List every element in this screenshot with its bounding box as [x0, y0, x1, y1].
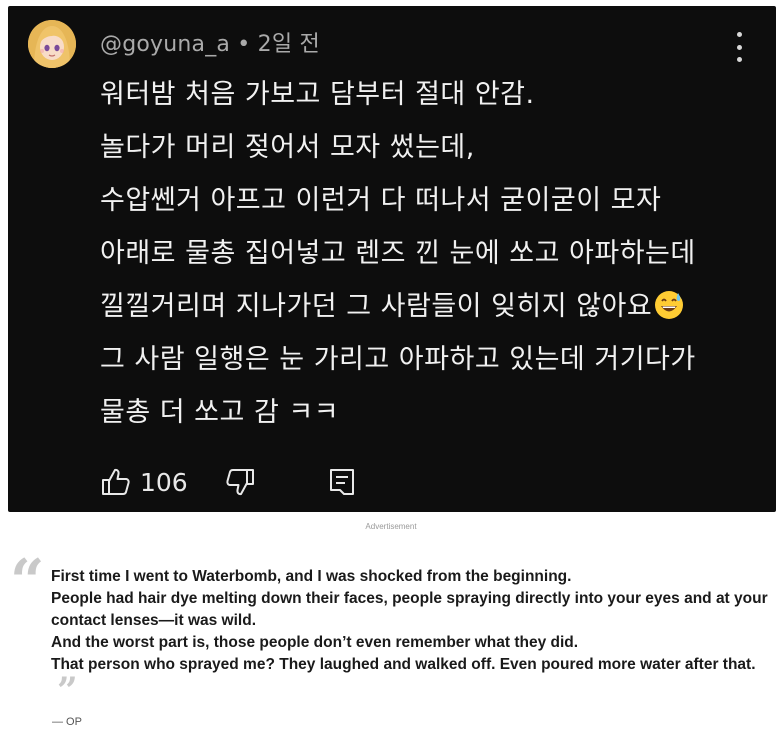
quote-text: First time I went to Waterbomb, and I wa… — [51, 566, 776, 712]
comment-line: 수압쎈거 아프고 이런거 다 떠나서 굳이굳이 모자 — [100, 185, 662, 216]
comment-line: 낄낄거리며 지나가던 그 사람들이 잊히지 않아요 — [100, 291, 653, 322]
quote-line: First time I went to Waterbomb, and I wa… — [51, 568, 572, 585]
comment-actions: 106 — [100, 464, 358, 500]
comment-line: 그 사람 일행은 눈 가리고 아파하고 있는데 거기다가 — [100, 344, 696, 375]
open-quote-icon: “ — [10, 547, 45, 617]
avatar-image — [28, 20, 76, 68]
comment-text: 워터밤 처음 가보고 담부터 절대 안감. 놀다가 머리 젖어서 모자 썼는데,… — [100, 68, 760, 439]
close-quote-icon: ” — [57, 670, 78, 712]
thumbs-up-icon[interactable] — [100, 466, 132, 498]
comment-line: 아래로 물총 집어넣고 렌즈 낀 눈에 쏘고 아파하는데 — [100, 238, 696, 269]
comment-line: 워터밤 처음 가보고 담부터 절대 안감. — [100, 79, 535, 110]
quote-line: That person who sprayed me? They laughed… — [51, 656, 756, 673]
avatar[interactable] — [28, 20, 76, 68]
like-count: 106 — [140, 467, 188, 497]
comment-line: 놀다가 머리 젖어서 모자 썼는데, — [100, 132, 475, 163]
more-vertical-icon[interactable] — [732, 32, 746, 62]
comment-username[interactable]: @goyuna_a • 2일 전 — [100, 26, 320, 58]
thumbs-down-icon[interactable] — [224, 466, 256, 498]
advertisement-label: Advertisement — [365, 522, 417, 531]
comment-line-with-emoji: 낄낄거리며 지나가던 그 사람들이 잊히지 않아요 — [100, 280, 760, 333]
quote-attribution: — OP — [52, 716, 82, 728]
grinning-sweat-emoji-icon — [654, 285, 684, 319]
quote-line: People had hair dye melting down their f… — [51, 590, 768, 629]
comment-card: @goyuna_a • 2일 전 워터밤 처음 가보고 담부터 절대 안감. 놀… — [8, 6, 776, 512]
comment-line: 물총 더 쏘고 감 ㅋㅋ — [100, 397, 340, 428]
quote-line: And the worst part is, those people don’… — [51, 634, 579, 651]
reply-icon[interactable] — [326, 466, 358, 498]
quote-line-last: That person who sprayed me? They laughed… — [51, 654, 776, 712]
